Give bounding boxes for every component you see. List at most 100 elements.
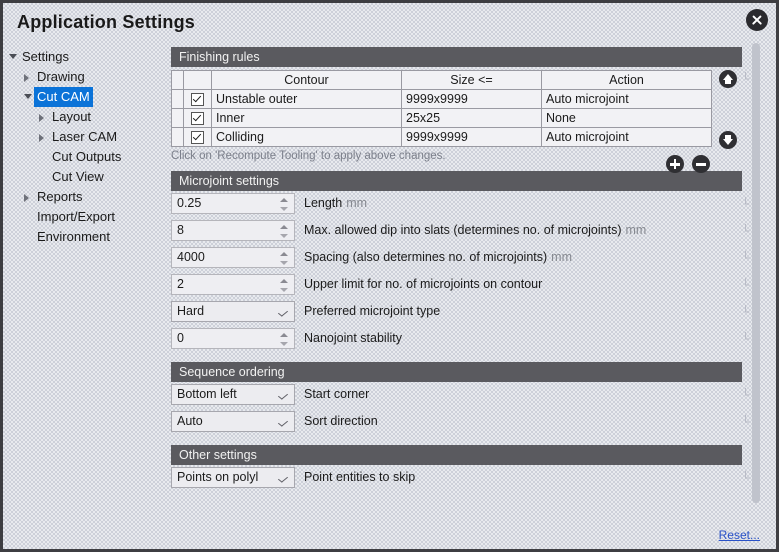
sidebar-item-drawing[interactable]: Drawing	[13, 67, 163, 87]
rule-enabled-cell[interactable]	[183, 108, 212, 128]
add-rule-button[interactable]	[666, 155, 684, 173]
chevron-down-icon[interactable]	[277, 308, 289, 317]
sidebar-item-label: Drawing	[37, 69, 85, 84]
dropdown-point-entities-to-skip[interactable]: Points on polyl	[171, 467, 295, 488]
field-override-marker-icon: └	[742, 278, 750, 292]
rule-size-cell[interactable]: 25x25	[401, 108, 542, 128]
field-label-text: Point entities to skip	[304, 470, 416, 484]
field-override-marker-icon: └	[742, 332, 750, 346]
move-up-button[interactable]	[719, 70, 737, 88]
scrollbar-thumb[interactable]	[752, 43, 760, 503]
field-label-sort-direction: Sort direction	[304, 409, 378, 434]
column-header-enabled	[183, 70, 212, 90]
field-row-start-corner: Bottom left Start corner └	[171, 382, 750, 409]
field-label-text: Nanojoint stability	[304, 331, 402, 345]
field-override-marker-icon: └	[742, 388, 750, 402]
rule-action-cell[interactable]: None	[541, 108, 712, 128]
input-length[interactable]: 0.25	[171, 193, 295, 214]
rule-contour-cell[interactable]: Unstable outer	[211, 89, 402, 109]
table-header-row: Contour Size <= Action	[171, 70, 712, 90]
field-row-nanojoint-stability: 0 Nanojoint stability └	[171, 326, 750, 353]
input-spacing[interactable]: 4000	[171, 247, 295, 268]
chevron-right-icon[interactable]	[24, 194, 29, 202]
input-upper-limit-microjoints[interactable]: 2	[171, 274, 295, 295]
sidebar-item-cut-cam[interactable]: Cut CAM	[13, 87, 163, 107]
chevron-right-icon[interactable]	[39, 114, 44, 122]
table-row[interactable]: Colliding 9999x9999 Auto microjoint	[171, 127, 712, 147]
other-settings-fields: Points on polyl Point entities to skip └	[171, 465, 750, 492]
settings-content: Finishing rules Contour Size <= Action U…	[171, 47, 750, 492]
remove-rule-button[interactable]	[692, 155, 710, 173]
column-header-select	[171, 70, 184, 90]
rule-action-cell[interactable]: Auto microjoint	[541, 89, 712, 109]
dropdown-start-corner[interactable]: Bottom left	[171, 384, 295, 405]
rule-contour-cell[interactable]: Colliding	[211, 127, 402, 147]
table-row[interactable]: Unstable outer 9999x9999 Auto microjoint	[171, 89, 712, 109]
field-row-point-entities-to-skip: Points on polyl Point entities to skip └	[171, 465, 750, 492]
rules-override-marker-icon: └	[742, 72, 750, 86]
sidebar-item-cut-view[interactable]: Cut View	[13, 167, 163, 187]
sidebar-item-label: Environment	[37, 229, 110, 244]
rule-contour-cell[interactable]: Inner	[211, 108, 402, 128]
field-row-length: 0.25 Length mm └	[171, 191, 749, 218]
dropdown-sort-direction[interactable]: Auto	[171, 411, 295, 432]
sidebar-item-environment[interactable]: Environment	[13, 227, 163, 247]
checkbox-checked-icon[interactable]	[191, 131, 204, 145]
vertical-scrollbar[interactable]	[752, 43, 760, 513]
field-override-marker-icon: └	[742, 251, 750, 265]
spinner-arrows-icon[interactable]	[280, 278, 289, 293]
chevron-right-icon[interactable]	[24, 74, 29, 82]
column-header-size: Size <=	[401, 70, 542, 90]
checkbox-checked-icon[interactable]	[191, 93, 204, 107]
input-max-dip-into-slats[interactable]: 8	[171, 220, 295, 241]
move-down-button[interactable]	[719, 131, 737, 149]
reset-link[interactable]: Reset...	[719, 528, 760, 542]
section-header-other-settings: Other settings	[171, 445, 742, 465]
checkbox-checked-icon[interactable]	[191, 112, 204, 126]
rule-enabled-cell[interactable]	[183, 127, 212, 147]
finishing-rules-panel: Contour Size <= Action Unstable outer 999…	[171, 70, 749, 173]
sidebar-item-cut-outputs[interactable]: Cut Outputs	[13, 147, 163, 167]
rule-size-cell[interactable]: 9999x9999	[401, 127, 542, 147]
chevron-down-icon[interactable]	[277, 474, 289, 483]
rule-enabled-cell[interactable]	[183, 89, 212, 109]
spinner-arrows-icon[interactable]	[280, 332, 289, 347]
application-settings-dialog: Application Settings Settings Drawing Cut …	[0, 0, 779, 552]
rule-action-cell[interactable]: Auto microjoint	[541, 127, 712, 147]
row-selector-cell[interactable]	[171, 127, 184, 147]
chevron-down-icon[interactable]	[277, 391, 289, 400]
row-selector-cell[interactable]	[171, 89, 184, 109]
field-row-sort-direction: Auto Sort direction └	[171, 409, 750, 436]
sidebar-item-laser-cam[interactable]: Laser CAM	[13, 127, 163, 147]
field-label-point-entities-to-skip: Point entities to skip	[304, 465, 415, 490]
table-row[interactable]: Inner 25x25 None	[171, 108, 712, 128]
input-nanojoint-stability[interactable]: 0	[171, 328, 295, 349]
dropdown-preferred-type[interactable]: Hard	[171, 301, 295, 322]
section-header-finishing-rules: Finishing rules	[171, 47, 742, 67]
field-override-marker-icon: └	[742, 224, 750, 238]
sidebar-item-import-export[interactable]: Import/Export	[13, 207, 163, 227]
field-override-marker-icon: └	[742, 471, 750, 485]
sidebar-item-reports[interactable]: Reports	[13, 187, 163, 207]
spinner-arrows-icon[interactable]	[280, 197, 289, 212]
sidebar-item-label: Reports	[37, 189, 83, 204]
sidebar-item-label: Cut View	[52, 169, 104, 184]
field-label-preferred-type: Preferred microjoint type	[304, 299, 440, 324]
spinner-arrows-icon[interactable]	[280, 251, 289, 266]
close-icon[interactable]	[746, 9, 768, 31]
chevron-down-icon[interactable]	[9, 54, 17, 59]
sidebar-item-label: Settings	[22, 49, 69, 64]
rule-size-cell[interactable]: 9999x9999	[401, 89, 542, 109]
chevron-down-icon[interactable]	[277, 418, 289, 427]
sidebar-item-label: Laser CAM	[52, 129, 118, 144]
spinner-arrows-icon[interactable]	[280, 224, 289, 239]
settings-tree: Settings Drawing Cut CAM Layout Laser CAM Cut…	[9, 47, 163, 247]
chevron-down-icon[interactable]	[24, 94, 32, 99]
row-selector-cell[interactable]	[171, 108, 184, 128]
field-override-marker-icon: └	[742, 415, 750, 429]
chevron-right-icon[interactable]	[39, 134, 44, 142]
field-label-start-corner: Start corner	[304, 382, 369, 407]
sidebar-item-settings[interactable]: Settings	[9, 47, 163, 67]
sidebar-item-layout[interactable]: Layout	[13, 107, 163, 127]
microjoint-settings-fields: 0.25 Length mm └ 8 Max. allowed dip into slat…	[171, 191, 750, 353]
